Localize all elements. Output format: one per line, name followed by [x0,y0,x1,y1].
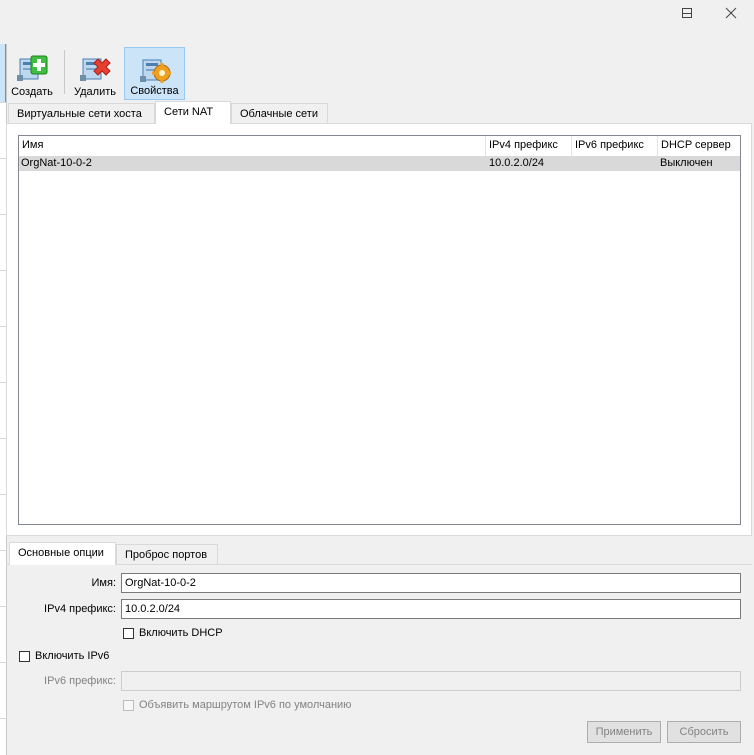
properties-button[interactable]: Свойства [124,47,185,100]
enable-dhcp-label: Включить DHCP [139,627,223,639]
column-header-dhcp-label: DHCP сервер [661,139,731,151]
column-header-name[interactable]: Имя [19,136,486,156]
column-header-name-label: Имя [22,139,44,151]
cell-ipv4: 10.0.2.0/24 [489,157,545,169]
nat-network-table: ^ Имя IPv4 префикс IPv6 префикс DHCP сер… [18,135,741,525]
enable-ipv6-checkbox[interactable] [19,651,30,662]
tab-host-networks-label: Виртуальные сети хоста [17,108,142,120]
cell-ipv6 [573,156,575,171]
reset-button[interactable]: Сбросить [667,721,741,743]
left-pane-selected-item[interactable] [0,44,6,102]
tab-cloud-networks[interactable]: Облачные сети [231,103,328,124]
create-button[interactable]: Создать [8,47,56,100]
tab-port-forwarding-label: Проброс портов [125,549,208,561]
maximize-button[interactable] [664,0,710,26]
name-label: Имя: [91,577,116,589]
cell-dhcp: Выключен [660,157,713,169]
enable-dhcp-checkbox[interactable] [123,628,134,639]
detail-panel-border [6,564,752,565]
delete-button-label: Удалить [74,86,116,98]
advertise-ipv6-default-route-label: Объявить маршрутом IPv6 по умолчанию [139,699,352,711]
create-button-label: Создать [11,86,53,98]
close-icon [725,7,737,19]
ipv6-prefix-label: IPv6 префикс: [44,675,116,687]
name-field[interactable]: OrgNat-10-0-2 [121,573,741,593]
tab-port-forwarding[interactable]: Проброс портов [116,544,218,565]
tab-nat-networks-label: Сети NAT [164,106,214,118]
table-row[interactable]: OrgNat-10-0-2 10.0.2.0/24 Выключен [19,156,740,171]
column-header-ipv4[interactable]: IPv4 префикс [486,136,572,156]
network-properties-icon [139,59,171,83]
column-header-ipv6-label: IPv6 префикс [575,139,644,151]
delete-button[interactable]: Удалить [70,47,120,100]
column-header-ipv4-label: IPv4 префикс [489,139,558,151]
cell-name: OrgNat-10-0-2 [21,157,92,169]
column-header-ipv6[interactable]: IPv6 префикс [572,136,658,156]
ipv6-prefix-field[interactable] [121,671,741,691]
network-remove-icon [80,58,111,81]
network-add-icon [17,55,48,81]
tab-basic-options-label: Основные опции [18,547,104,559]
ipv4-prefix-field[interactable]: 10.0.2.0/24 [121,599,741,619]
enable-ipv6-label: Включить IPv6 [35,650,110,662]
column-header-dhcp[interactable]: DHCP сервер [658,136,740,156]
tab-nat-networks[interactable]: Сети NAT [155,101,231,124]
properties-button-label: Свойства [130,85,179,97]
apply-button[interactable]: Применить [587,721,661,743]
close-button[interactable] [708,0,754,26]
toolbar-separator [64,50,65,94]
ipv4-prefix-label: IPv4 префикс: [44,603,116,615]
advertise-ipv6-default-route-checkbox[interactable] [123,700,134,711]
tab-cloud-networks-label: Облачные сети [240,108,318,120]
maximize-icon [682,8,692,18]
tab-basic-options[interactable]: Основные опции [9,542,116,565]
tab-host-networks[interactable]: Виртуальные сети хоста [8,103,155,124]
